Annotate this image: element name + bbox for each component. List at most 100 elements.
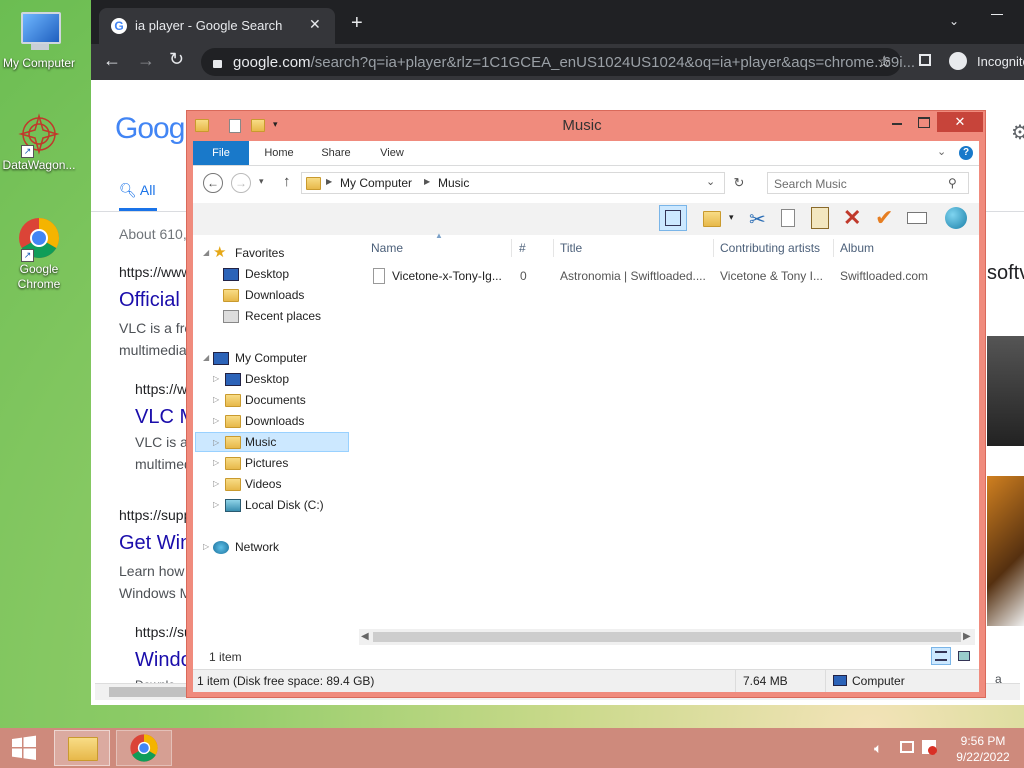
search-tab-all[interactable]: 🔍︎ All bbox=[119, 182, 155, 199]
clock-time[interactable]: 9:56 PM bbox=[948, 734, 1018, 748]
ribbon-tab-file[interactable]: File bbox=[193, 141, 249, 165]
google-logo[interactable]: Goog bbox=[115, 112, 185, 146]
alert-badge-icon bbox=[928, 746, 937, 755]
back-button[interactable]: ← bbox=[203, 173, 223, 193]
collapsed-arrow-icon[interactable]: ▷ bbox=[213, 369, 221, 389]
refresh-button[interactable]: ↻ bbox=[729, 173, 749, 193]
side-panel-icon[interactable] bbox=[919, 54, 931, 66]
result-snippet: multimed bbox=[135, 456, 192, 472]
up-button[interactable]: ↑ bbox=[283, 173, 291, 190]
address-dropdown-chevron-icon[interactable]: ⌄ bbox=[706, 175, 715, 188]
network-tray-icon[interactable] bbox=[900, 741, 914, 753]
table-row[interactable]: Vicetone-x-Tony-Ig... 0 Astronomia | Swi… bbox=[359, 265, 979, 287]
ribbon-tab-view[interactable]: View bbox=[369, 141, 415, 165]
collapsed-arrow-icon[interactable]: ▷ bbox=[213, 474, 221, 494]
settings-gear-icon[interactable]: ⚙ bbox=[1011, 120, 1024, 145]
forward-button[interactable]: → bbox=[231, 173, 251, 193]
forward-arrow-icon[interactable]: → bbox=[137, 50, 155, 71]
minimize-button[interactable] bbox=[884, 113, 910, 133]
scroll-left-arrow-icon[interactable]: ◀ bbox=[361, 631, 369, 642]
copy-icon[interactable] bbox=[781, 209, 795, 227]
collapsed-arrow-icon[interactable]: ▷ bbox=[203, 537, 211, 557]
checkmark-icon[interactable]: ✔ bbox=[875, 205, 893, 231]
result-title-link[interactable]: Get Win bbox=[119, 532, 191, 555]
minimize-icon[interactable] bbox=[991, 14, 1003, 15]
breadcrumb-my-computer[interactable]: My Computer bbox=[340, 176, 412, 190]
result-title-link[interactable]: Official bbox=[119, 289, 180, 312]
chrome-tab-strip: G ia player - Google Search ✕ + ⌄ bbox=[91, 0, 1024, 44]
incognito-icon bbox=[949, 52, 967, 70]
result-snippet: VLC is a fre bbox=[119, 320, 193, 336]
delete-icon[interactable]: ✕ bbox=[843, 205, 861, 231]
action-center-flag-icon[interactable] bbox=[922, 740, 937, 755]
large-icons-view-button[interactable] bbox=[955, 647, 973, 665]
column-header-number[interactable]: # bbox=[519, 235, 526, 261]
ribbon-tab-home[interactable]: Home bbox=[255, 141, 303, 165]
file-list-horizontal-scrollbar[interactable]: ◀ ▶ bbox=[359, 629, 975, 645]
collapsed-arrow-icon[interactable]: ▷ bbox=[213, 390, 221, 410]
clock-date[interactable]: 9/22/2022 bbox=[948, 750, 1018, 764]
file-list: ▲ Name # Title Contributing artists Albu… bbox=[359, 231, 979, 635]
details-view-button[interactable] bbox=[931, 647, 951, 665]
back-arrow-icon[interactable]: ← bbox=[103, 50, 121, 71]
collapsed-arrow-icon[interactable]: ▷ bbox=[213, 411, 221, 431]
ribbon-tab-share[interactable]: Share bbox=[311, 141, 361, 165]
collapsed-arrow-icon[interactable]: ▷ bbox=[213, 453, 221, 473]
cut-icon[interactable]: ✂ bbox=[749, 207, 766, 232]
desktop-icon bbox=[223, 268, 239, 281]
globe-icon[interactable] bbox=[945, 207, 967, 229]
star-icon: ★ bbox=[213, 244, 227, 261]
expand-ribbon-chevron-icon[interactable]: ⌄ bbox=[937, 145, 946, 158]
volume-icon[interactable]: 🔈︎ bbox=[874, 740, 882, 757]
address-bar[interactable]: google.com/search?q=ia+player&rlz=1C1GCE… bbox=[201, 48, 915, 76]
column-header-contributing-artists[interactable]: Contributing artists bbox=[720, 235, 820, 261]
maximize-button[interactable] bbox=[910, 113, 936, 133]
search-input[interactable]: Search Music ⚲ bbox=[767, 172, 969, 194]
preview-pane-button[interactable] bbox=[659, 205, 687, 231]
column-header-name[interactable]: Name bbox=[371, 235, 403, 261]
recent-locations-chevron-icon[interactable]: ▾ bbox=[259, 176, 264, 187]
scrollbar-thumb[interactable] bbox=[373, 632, 961, 642]
scrollbar-thumb[interactable] bbox=[109, 687, 189, 697]
image-thumbnail[interactable] bbox=[987, 336, 1024, 446]
file-name: Vicetone-x-Tony-Ig... bbox=[392, 269, 502, 283]
result-url: https://supp bbox=[119, 507, 192, 523]
help-icon[interactable]: ? bbox=[959, 146, 973, 160]
image-thumbnail[interactable] bbox=[987, 476, 1024, 626]
close-button[interactable]: ✕ bbox=[937, 112, 983, 132]
close-tab-icon[interactable]: ✕ bbox=[309, 16, 321, 33]
nav-label: Pictures bbox=[245, 456, 289, 470]
address-box[interactable]: ▶ My Computer ▶ Music ⌄ bbox=[301, 172, 725, 194]
column-header-title[interactable]: Title bbox=[560, 235, 582, 261]
options-chevron-icon[interactable]: ▾ bbox=[729, 212, 734, 223]
desktop-icon-datawagon[interactable]: ↗ DataWagon... bbox=[0, 112, 78, 172]
column-header-album[interactable]: Album bbox=[840, 235, 874, 261]
nav-computer-music[interactable]: ▷ Music bbox=[195, 432, 349, 452]
result-title-link[interactable]: Windo bbox=[135, 649, 192, 672]
result-url: https://w bbox=[135, 381, 188, 397]
result-url: https://su bbox=[135, 624, 192, 640]
scroll-right-arrow-icon[interactable]: ▶ bbox=[963, 631, 971, 642]
minimize-icon bbox=[892, 123, 902, 125]
desktop-icon-google-chrome[interactable]: ↗ Google Chrome bbox=[0, 216, 78, 292]
reload-icon[interactable]: ↻ bbox=[169, 49, 184, 70]
collapsed-arrow-icon[interactable]: ▷ bbox=[213, 433, 221, 453]
start-button[interactable] bbox=[4, 730, 44, 766]
rename-icon[interactable] bbox=[907, 212, 927, 224]
new-tab-button[interactable]: + bbox=[351, 12, 363, 35]
result-stats: About 610, bbox=[119, 226, 187, 242]
expanded-arrow-icon[interactable]: ◢ bbox=[203, 348, 211, 368]
chrome-tab[interactable]: G ia player - Google Search ✕ bbox=[99, 8, 335, 44]
desktop-icon-my-computer[interactable]: My Computer bbox=[0, 10, 78, 70]
collapsed-arrow-icon[interactable]: ▷ bbox=[213, 495, 221, 515]
expanded-arrow-icon[interactable]: ◢ bbox=[203, 243, 211, 263]
bookmark-star-icon[interactable]: ☆ bbox=[877, 52, 891, 72]
taskbar-file-explorer[interactable] bbox=[54, 730, 110, 766]
search-icon: ⚲ bbox=[948, 176, 957, 190]
breadcrumb-music[interactable]: Music bbox=[438, 176, 469, 190]
folder-options-icon[interactable] bbox=[703, 211, 721, 227]
paste-icon[interactable] bbox=[811, 207, 829, 229]
status-divider bbox=[825, 670, 826, 692]
tab-search-chevron-icon[interactable]: ⌄ bbox=[949, 14, 959, 28]
taskbar-chrome[interactable] bbox=[116, 730, 172, 766]
